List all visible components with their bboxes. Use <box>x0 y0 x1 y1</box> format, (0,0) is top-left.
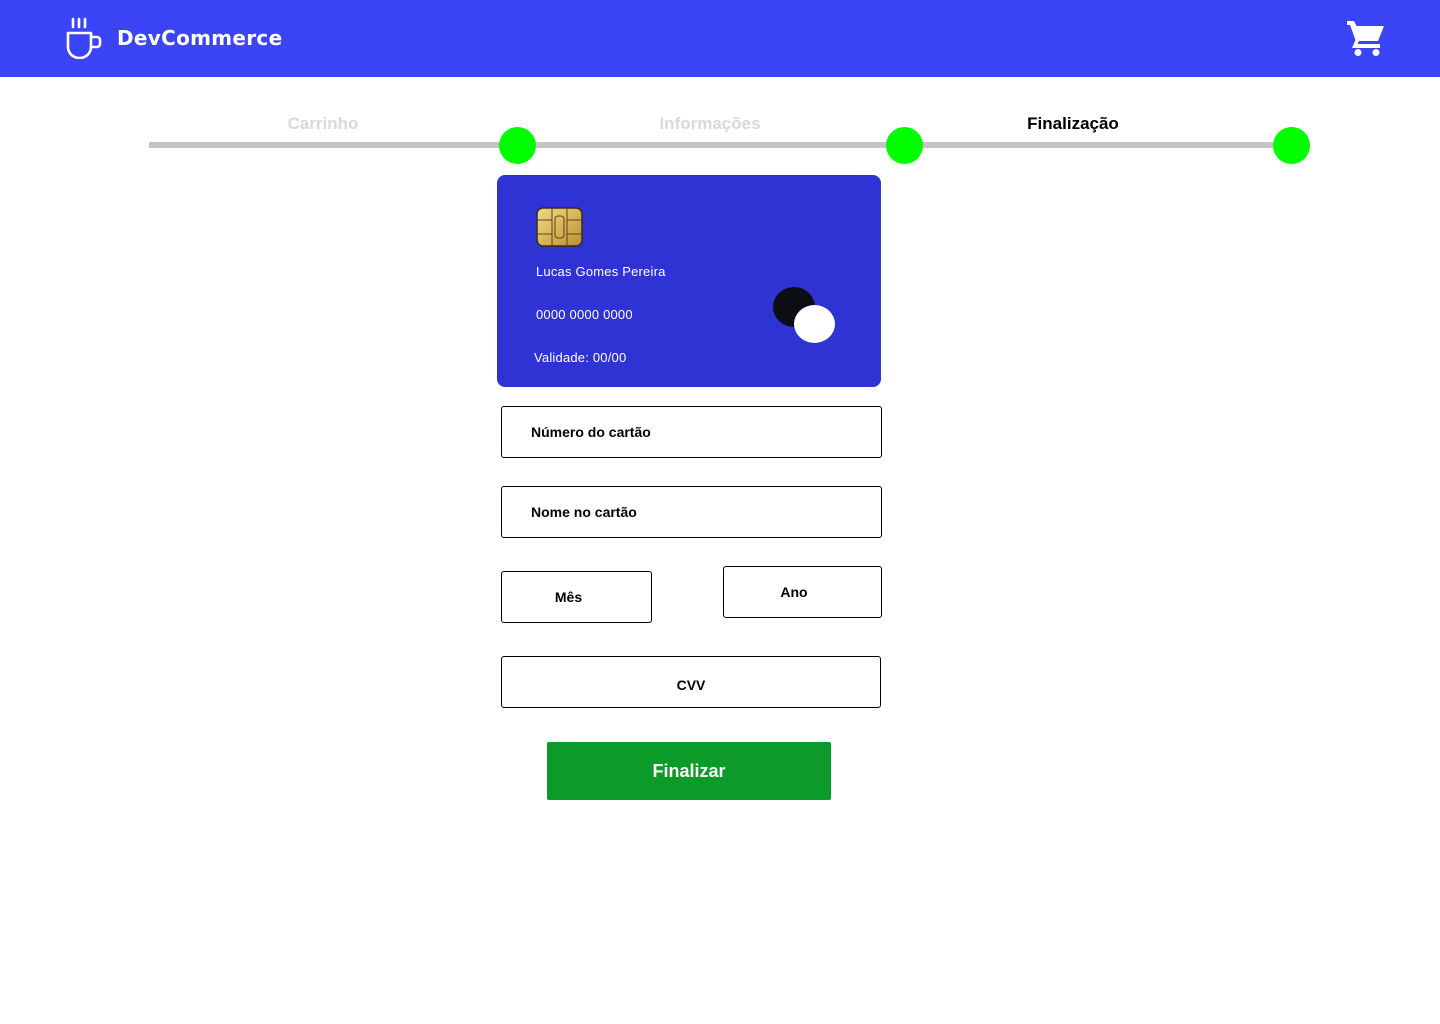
coffee-cup-icon <box>66 17 102 59</box>
cvv-placeholder: CVV <box>676 677 706 693</box>
step-label-finalizacao[interactable]: Finalização <box>973 114 1173 134</box>
credit-card-preview: Lucas Gomes Pereira 0000 0000 0000 Valid… <box>497 175 881 387</box>
card-brand-circle-light <box>794 305 835 343</box>
progress-dot-finalizacao <box>1273 127 1310 164</box>
cvv-field[interactable]: CVV <box>501 656 881 708</box>
shopping-cart-icon[interactable] <box>1346 19 1386 57</box>
year-placeholder: Ano <box>780 584 808 600</box>
progress-dot-carrinho <box>499 127 536 164</box>
card-number-display: 0000 0000 0000 <box>536 307 633 322</box>
brand[interactable]: DevCommerce <box>66 17 282 59</box>
card-expiry-display: Validade: 00/00 <box>534 350 627 365</box>
top-navbar: DevCommerce <box>0 0 1440 77</box>
month-field[interactable]: Mês <box>501 571 652 623</box>
card-number-field[interactable]: Número do cartão <box>501 406 882 458</box>
card-name-field[interactable]: Nome no cartão <box>501 486 882 538</box>
month-placeholder: Mês <box>554 589 583 605</box>
card-chip-icon <box>536 207 583 247</box>
step-label-carrinho[interactable]: Carrinho <box>223 114 423 134</box>
card-holder-name: Lucas Gomes Pereira <box>536 264 666 279</box>
card-number-placeholder: Número do cartão <box>531 424 651 440</box>
progress-track <box>149 142 1291 148</box>
year-field[interactable]: Ano <box>723 566 882 618</box>
card-name-placeholder: Nome no cartão <box>531 504 637 520</box>
step-label-informacoes[interactable]: Informações <box>610 114 810 134</box>
finalize-button[interactable]: Finalizar <box>547 742 831 800</box>
brand-name: DevCommerce <box>117 26 283 50</box>
checkout-progress: Carrinho Informações Finalização <box>0 100 1440 170</box>
progress-dot-informacoes <box>886 127 923 164</box>
